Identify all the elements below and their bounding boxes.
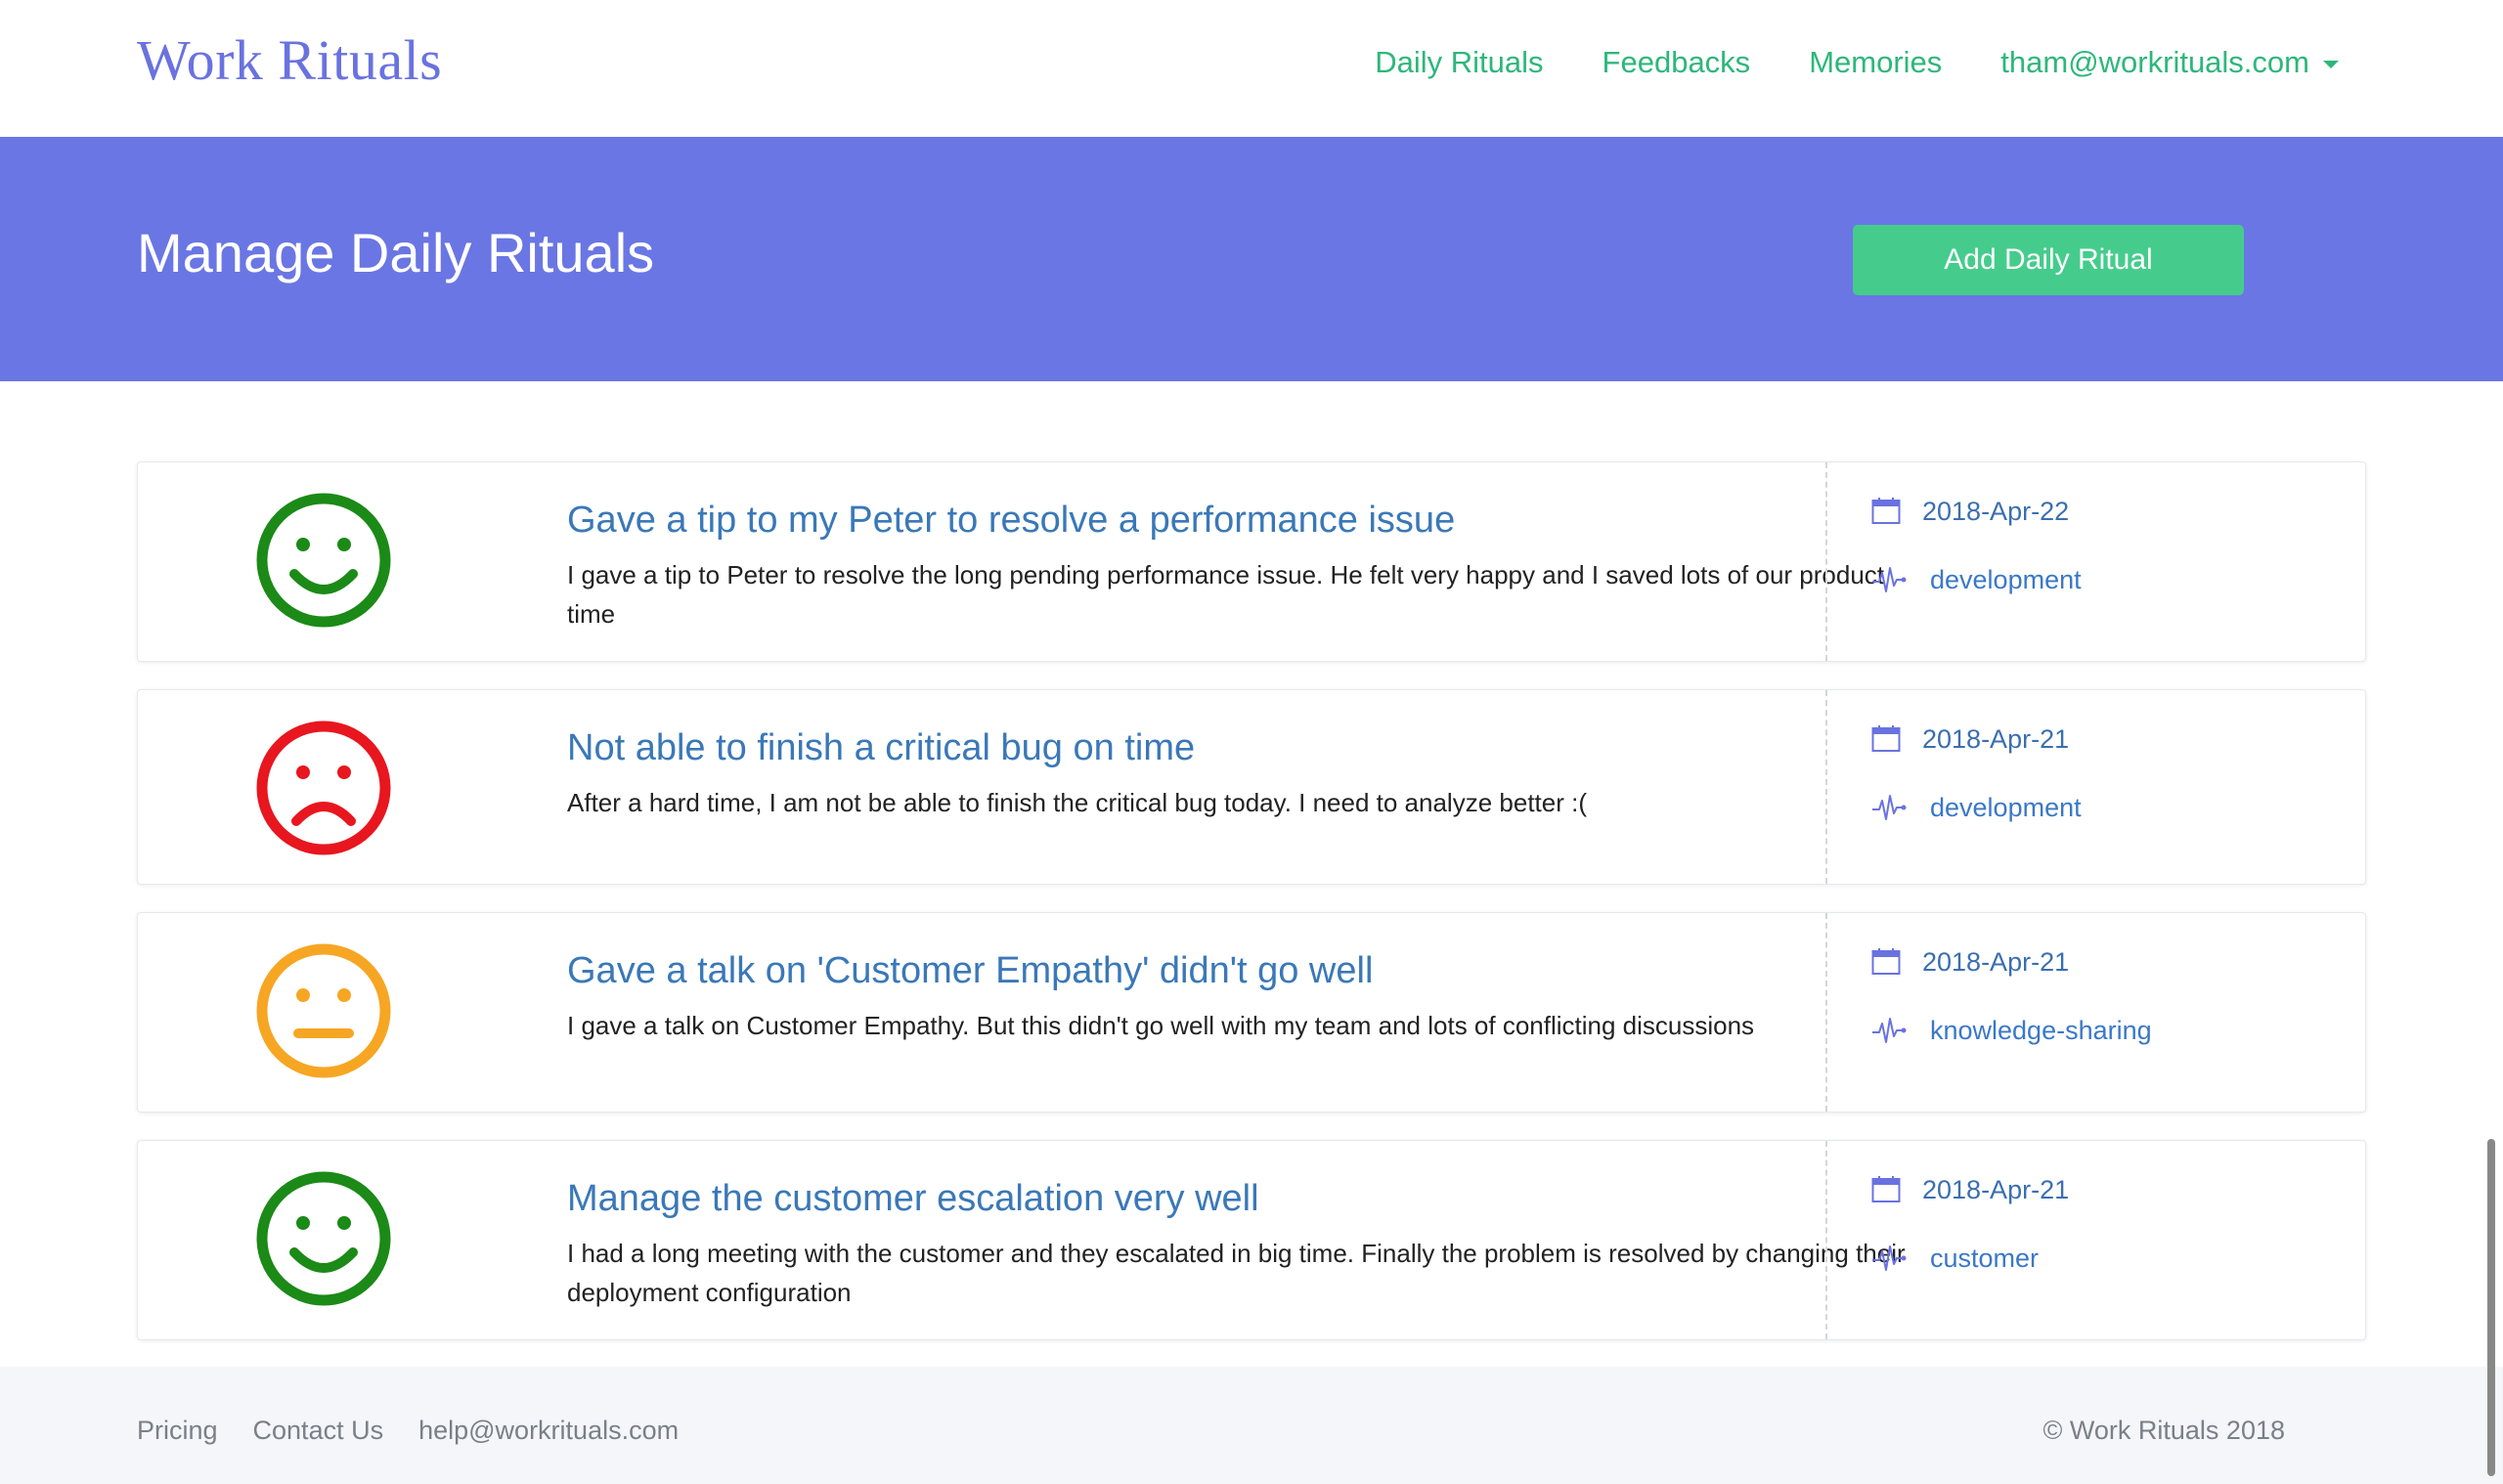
ritual-content: Gave a tip to my Peter to resolve a perf… xyxy=(567,500,1936,633)
calendar-icon xyxy=(1871,498,1901,524)
user-menu-dropdown[interactable]: tham@workrituals.com xyxy=(2000,45,2339,80)
activity-pulse-icon xyxy=(1872,1245,1907,1271)
ritual-content: Gave a talk on 'Customer Empathy' didn't… xyxy=(567,950,1936,1045)
ritual-title[interactable]: Not able to finish a critical bug on tim… xyxy=(567,727,1936,769)
calendar-icon xyxy=(1871,725,1901,752)
footer: Pricing Contact Us help@workrituals.com … xyxy=(0,1367,2503,1484)
nav-links: Daily Rituals Feedbacks Memories tham@wo… xyxy=(1375,45,2339,80)
activity-pulse-icon xyxy=(1872,795,1907,820)
nav-link-feedbacks[interactable]: Feedbacks xyxy=(1603,45,1751,80)
ritual-meta: 2018-Apr-21 knowledge-sharing xyxy=(1871,940,2152,1077)
brand-logo[interactable]: Work Rituals xyxy=(137,27,442,93)
ritual-tag[interactable]: development xyxy=(1930,793,2082,823)
ritual-title[interactable]: Gave a talk on 'Customer Empathy' didn't… xyxy=(567,950,1936,992)
ritual-meta: 2018-Apr-21 development xyxy=(1871,718,2082,854)
happy-face-icon xyxy=(256,1171,391,1306)
ritual-content: Manage the customer escalation very well… xyxy=(567,1178,1936,1312)
sad-face-icon xyxy=(256,720,391,855)
activity-pulse-icon xyxy=(1872,1018,1907,1043)
page-title: Manage Daily Rituals xyxy=(137,222,655,284)
ritual-tag[interactable]: customer xyxy=(1930,1244,2039,1274)
ritual-meta: 2018-Apr-21 customer xyxy=(1871,1168,2069,1305)
ritual-date: 2018-Apr-21 xyxy=(1922,723,2070,754)
activity-pulse-icon xyxy=(1872,567,1907,592)
ritual-tag[interactable]: knowledge-sharing xyxy=(1930,1016,2152,1046)
ritual-title[interactable]: Manage the customer escalation very well xyxy=(567,1178,1936,1220)
footer-link-contact-us[interactable]: Contact Us xyxy=(253,1416,384,1446)
ritual-date: 2018-Apr-22 xyxy=(1922,496,2070,526)
footer-links: Pricing Contact Us help@workrituals.com xyxy=(137,1416,679,1446)
neutral-face-icon xyxy=(256,943,391,1078)
footer-link-pricing[interactable]: Pricing xyxy=(137,1416,218,1446)
card-divider xyxy=(1825,690,1827,884)
copyright-text: © Work Rituals 2018 xyxy=(2042,1416,2286,1445)
add-daily-ritual-button[interactable]: Add Daily Ritual xyxy=(1853,225,2244,295)
nav-link-memories[interactable]: Memories xyxy=(1809,45,1942,80)
footer-link-help-email[interactable]: help@workrituals.com xyxy=(418,1416,679,1446)
card-divider xyxy=(1825,462,1827,661)
caret-down-icon xyxy=(2323,60,2339,68)
calendar-icon xyxy=(1871,1176,1901,1202)
ritual-date: 2018-Apr-21 xyxy=(1922,946,2070,977)
ritual-title[interactable]: Gave a tip to my Peter to resolve a perf… xyxy=(567,500,1936,542)
happy-face-icon xyxy=(256,493,391,628)
page-header-banner: Manage Daily Rituals Add Daily Ritual xyxy=(0,137,2503,381)
ritual-date: 2018-Apr-21 xyxy=(1922,1174,2070,1204)
ritual-meta: 2018-Apr-22 development xyxy=(1871,490,2082,627)
ritual-card[interactable]: Gave a talk on 'Customer Empathy' didn't… xyxy=(137,912,2366,1113)
calendar-icon xyxy=(1871,948,1901,975)
page-scrollbar[interactable] xyxy=(2487,1139,2495,1476)
card-divider xyxy=(1825,913,1827,1112)
card-divider xyxy=(1825,1141,1827,1339)
ritual-description: After a hard time, I am not be able to f… xyxy=(567,788,1587,817)
user-email: tham@workrituals.com xyxy=(2000,45,2309,79)
ritual-content: Not able to finish a critical bug on tim… xyxy=(567,727,1936,822)
ritual-tag[interactable]: development xyxy=(1930,565,2082,595)
top-navbar: Work Rituals Daily Rituals Feedbacks Mem… xyxy=(0,0,2503,137)
nav-link-daily-rituals[interactable]: Daily Rituals xyxy=(1375,45,1543,80)
ritual-description: I gave a talk on Customer Empathy. But t… xyxy=(567,1011,1755,1040)
ritual-card[interactable]: Not able to finish a critical bug on tim… xyxy=(137,689,2366,885)
ritual-description: I gave a tip to Peter to resolve the lon… xyxy=(567,560,1885,629)
ritual-card[interactable]: Manage the customer escalation very well… xyxy=(137,1140,2366,1340)
ritual-card[interactable]: Gave a tip to my Peter to resolve a perf… xyxy=(137,461,2366,662)
ritual-description: I had a long meeting with the customer a… xyxy=(567,1239,1906,1307)
